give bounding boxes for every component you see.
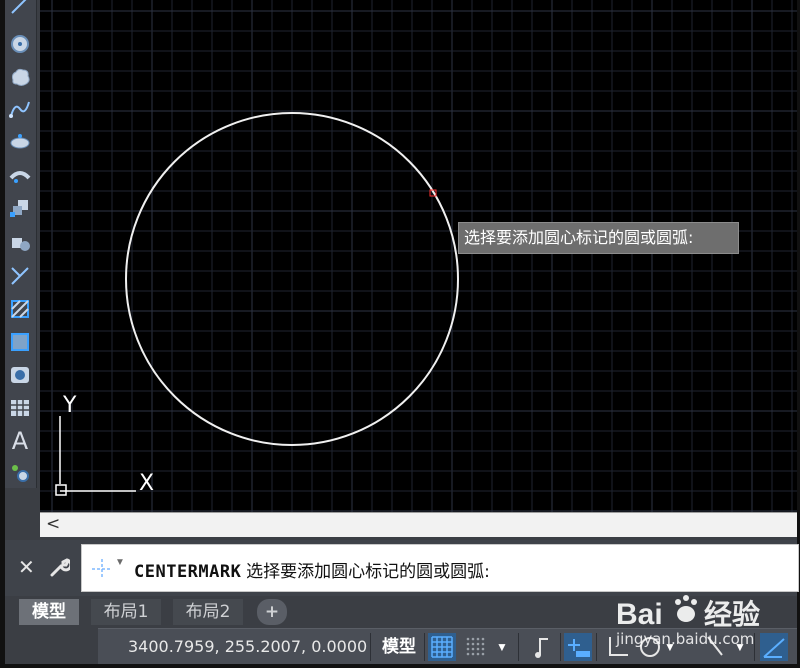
text-tool-glyph: A [11, 427, 29, 455]
scroll-left-button[interactable]: < [46, 514, 60, 534]
crosshair-icon[interactable] [90, 557, 114, 581]
drawing-canvas[interactable]: Y X [40, 0, 797, 512]
object-snap-tracking-icon[interactable] [760, 633, 788, 661]
horizontal-scrollbar[interactable]: < [40, 512, 797, 537]
watermark-site: jingyan.baidu.com [616, 630, 755, 648]
window-edge-bottom [0, 664, 800, 668]
grid [40, 0, 797, 512]
add-layout-button[interactable]: + [257, 599, 287, 625]
customize-wrench-icon[interactable] [48, 555, 73, 579]
point-icon[interactable] [8, 263, 32, 289]
draw-toolbar: A [5, 0, 37, 488]
command-input[interactable]: ▼ CENTERMARK 选择要添加圆心标记的圆或圆弧: [81, 544, 799, 592]
model-space-button[interactable]: 模型 [376, 634, 422, 660]
dynamic-input-icon[interactable] [564, 633, 592, 661]
spline-icon[interactable] [8, 96, 32, 122]
make-block-icon[interactable] [8, 230, 32, 256]
tab-layout2[interactable]: 布局2 [173, 599, 243, 625]
revcloud-icon[interactable] [8, 64, 32, 90]
dynamic-input-tooltip: 选择要添加圆心标记的圆或圆弧: [458, 222, 739, 254]
status-separator [518, 633, 519, 661]
ucs-icon [55, 416, 136, 496]
tab-model[interactable]: 模型 [19, 599, 79, 625]
command-prompt: 选择要添加圆心标记的圆或圆弧: [246, 562, 490, 582]
insert-block-icon[interactable] [8, 195, 32, 221]
status-separator [596, 633, 597, 661]
coordinate-readout[interactable]: 3400.7959, 255.2007, 0.0000 [128, 637, 367, 656]
chevron-down-icon[interactable]: ▼ [115, 557, 125, 568]
grid-display-icon[interactable] [428, 633, 456, 661]
close-icon[interactable]: ✕ [18, 555, 40, 579]
snap-mode-icon[interactable] [462, 633, 490, 661]
command-prompt-text: CENTERMARK 选择要添加圆心标记的圆或圆弧: [134, 557, 490, 582]
hatch-icon[interactable] [8, 296, 32, 322]
status-separator [370, 633, 371, 661]
tab-layout1[interactable]: 布局1 [91, 599, 161, 625]
ucs-y-label: Y [62, 393, 77, 418]
ellipse-icon[interactable] [8, 129, 32, 155]
chevron-down-icon[interactable]: ▼ [496, 633, 512, 661]
table-icon[interactable] [8, 395, 32, 421]
gradient-icon[interactable] [8, 329, 32, 355]
command-line: ✕ ▼ CENTERMARK 选择要添加圆心标记的圆或圆弧: [5, 540, 799, 596]
status-separator [560, 633, 561, 661]
region-icon[interactable] [8, 362, 32, 388]
polyline-icon[interactable] [8, 0, 32, 18]
infer-constraints-icon[interactable] [528, 633, 556, 661]
ellipse-arc-icon[interactable] [8, 162, 32, 188]
ucs-x-label: X [139, 471, 154, 496]
multiline-text-icon[interactable]: A [8, 427, 32, 455]
model-space: Y X [40, 0, 797, 512]
layout-tabs: 模型 布局1 布局2 + [5, 596, 797, 626]
status-separator [424, 633, 425, 661]
command-name: CENTERMARK [134, 562, 242, 582]
circle-icon[interactable] [8, 31, 32, 57]
add-selected-icon[interactable] [8, 460, 32, 486]
